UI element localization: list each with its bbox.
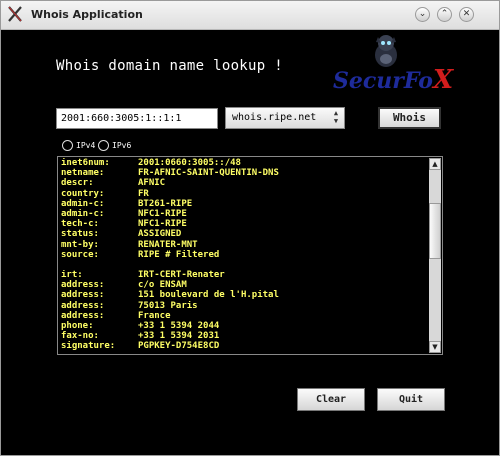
result-value: BT261-RIPE	[138, 198, 193, 209]
result-value: NFC1-RIPE	[138, 219, 187, 230]
result-key: address:	[61, 310, 105, 321]
result-line: inet6num: 2001:0660:3005::/48	[61, 158, 426, 168]
result-key: phone:	[61, 321, 94, 331]
result-value: ASSIGNED	[138, 229, 182, 240]
result-value: 2001:0660:3005::/48	[138, 158, 241, 168]
result-line: netname: FR-AFNIC-SAINT-QUENTIN-DNS	[61, 168, 426, 178]
close-button[interactable]: ✕	[459, 7, 474, 22]
result-value: PGPKEY-D754E8CD	[138, 341, 220, 352]
result-value: 75013 Paris	[138, 300, 198, 311]
result-value: FR	[138, 188, 149, 199]
result-key: inet6num:	[61, 158, 110, 168]
quit-button[interactable]: Quit	[377, 388, 445, 411]
result-line	[61, 260, 426, 270]
result-key: tech-c:	[61, 219, 99, 230]
result-value: +33 1 5394 2044	[138, 321, 220, 331]
result-value: c/o ENSAM	[138, 280, 187, 291]
result-line: descr: AFNIC	[61, 178, 426, 188]
result-line: status: ASSIGNED	[61, 229, 426, 239]
ipv6-label: IPv6	[112, 141, 132, 150]
maximize-button[interactable]: ⌃	[437, 7, 452, 22]
result-line: address: France	[61, 311, 426, 321]
server-select-value: whois.ripe.net	[232, 112, 317, 123]
scroll-up-icon[interactable]: ▲	[429, 158, 441, 170]
logo-wordmark: SecurFoX	[333, 65, 454, 95]
result-value: France	[138, 310, 171, 321]
query-input[interactable]	[56, 108, 218, 129]
result-key: signature:	[61, 341, 116, 352]
result-line: fax-no: +33 1 5394 2031	[61, 331, 426, 341]
result-line: tech-c: NFC1-RIPE	[61, 219, 426, 229]
window-title: Whois Application	[31, 8, 143, 21]
fox-mascot-icon	[375, 35, 397, 67]
result-value: +33 1 5394 2031	[138, 331, 220, 342]
result-key: mnt-by:	[61, 239, 99, 250]
result-line: phone: +33 1 5394 2044	[61, 321, 426, 331]
result-line: source: RIPE # Filtered	[61, 250, 426, 260]
whois-button[interactable]: Whois	[378, 107, 441, 129]
whois-result-text[interactable]: inet6num: 2001:0660:3005::/48netname: FR-A…	[57, 156, 443, 355]
minimize-button[interactable]: ⌄	[415, 7, 430, 22]
clear-button[interactable]: Clear	[297, 388, 365, 411]
result-value: RENATER-MNT	[138, 239, 198, 250]
result-line: irt: IRT-CERT-Renater	[61, 270, 426, 280]
result-key: fax-no:	[61, 331, 99, 342]
ipv6-radio[interactable]	[98, 140, 109, 151]
result-line: admin-c: BT261-RIPE	[61, 199, 426, 209]
result-value: RIPE # Filtered	[138, 249, 220, 260]
page-title: Whois domain name lookup !	[56, 58, 283, 74]
result-key: address:	[61, 290, 105, 301]
result-key: admin-c:	[61, 198, 105, 209]
result-key: address:	[61, 280, 105, 291]
result-line: mnt-by: RENATER-MNT	[61, 240, 426, 250]
whois-server-select[interactable]: whois.ripe.net ▲ ▼	[225, 107, 345, 129]
result-line: country: FR	[61, 189, 426, 199]
result-line: admin-c: NFC1-RIPE	[61, 209, 426, 219]
result-key: address:	[61, 300, 105, 311]
result-key: source:	[61, 249, 99, 260]
result-key: descr:	[61, 178, 94, 189]
scroll-down-icon[interactable]: ▼	[429, 341, 441, 353]
title-bar[interactable]: Whois Application ⌄ ⌃ ✕	[1, 1, 499, 30]
whois-window: Whois Application ⌄ ⌃ ✕ Whois domain nam…	[0, 0, 500, 456]
result-value: 151 boulevard de l'H.pital	[138, 290, 279, 301]
result-line: address: 75013 Paris	[61, 301, 426, 311]
result-key: irt:	[61, 270, 83, 281]
result-line: address: 151 boulevard de l'H.pital	[61, 290, 426, 300]
result-key: admin-c:	[61, 208, 105, 219]
result-lines: inet6num: 2001:0660:3005::/48netname: FR-A…	[61, 158, 426, 352]
result-key: status:	[61, 229, 99, 240]
ipv4-label: IPv4	[76, 141, 96, 150]
ipv4-radio[interactable]	[62, 140, 73, 151]
result-value: NFC1-RIPE	[138, 208, 187, 219]
result-key: netname:	[61, 168, 105, 179]
result-line: signature: PGPKEY-D754E8CD	[61, 341, 426, 351]
securfox-logo: SecurFoX	[323, 31, 453, 101]
scroll-thumb[interactable]	[429, 203, 441, 259]
result-scrollbar[interactable]: ▲ ▼	[429, 158, 441, 353]
result-value: FR-AFNIC-SAINT-QUENTIN-DNS	[138, 168, 279, 179]
select-arrows-icon: ▲ ▼	[333, 109, 339, 125]
result-line: address: c/o ENSAM	[61, 280, 426, 290]
app-x-icon	[8, 6, 22, 22]
result-key: country:	[61, 188, 105, 199]
result-value: IRT-CERT-Renater	[138, 270, 225, 281]
result-value: AFNIC	[138, 178, 166, 189]
